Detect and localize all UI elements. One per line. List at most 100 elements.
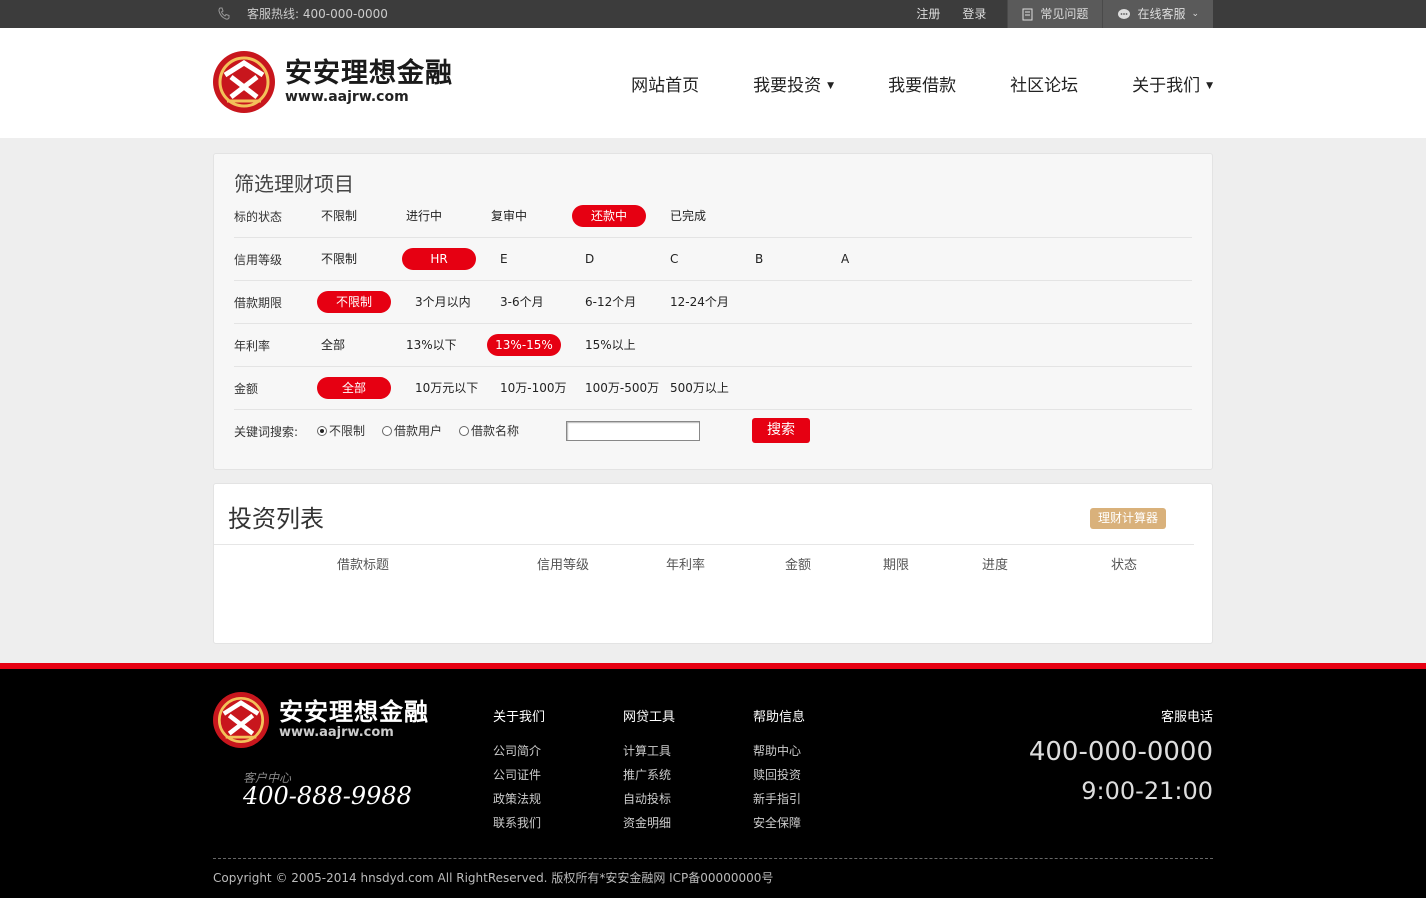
chat-icon <box>1118 8 1131 19</box>
site-logo[interactable]: 安安理想金融 www.aajrw.com <box>213 51 453 113</box>
radio-borrower[interactable]: 借款用户 <box>382 422 442 439</box>
footer-link[interactable]: 政策法规 <box>493 787 545 811</box>
service-center: 客户中心 400-888-9988 <box>243 769 412 810</box>
nav-about[interactable]: 关于我们 ▼ <box>1132 71 1213 96</box>
faq-link[interactable]: 常见问题 <box>1007 0 1103 28</box>
filter-title: 筛选理财项目 <box>234 172 354 196</box>
footer-link[interactable]: 安全保障 <box>753 811 805 835</box>
invest-list-title: 投资列表 <box>228 505 324 533</box>
filter-option[interactable]: 10万元以下 <box>415 377 478 399</box>
chevron-down-icon: ⌄ <box>1191 9 1199 19</box>
footer-link[interactable]: 自动投标 <box>623 787 675 811</box>
filter-option[interactable]: A <box>841 248 849 270</box>
filter-row-keyword: 关键词搜索: 不限制 借款用户 借款名称 搜索 <box>234 410 1192 453</box>
search-button[interactable]: 搜索 <box>752 418 810 443</box>
document-icon <box>1022 8 1033 20</box>
footer-col-tools: 网贷工具 计算工具 推广系统 自动投标 资金明细 <box>623 706 675 835</box>
filter-option[interactable]: 3个月以内 <box>415 291 471 313</box>
main-nav: 网站首页 我要投资 ▼ 我要借款 社区论坛 关于我们 ▼ <box>577 28 1213 138</box>
filter-option[interactable]: E <box>500 248 508 270</box>
filter-label: 金额 <box>234 382 259 396</box>
table-header: 借款标题 信用等级 年利率 金额 期限 进度 状态 <box>214 544 1194 576</box>
footer-col-title: 帮助信息 <box>753 710 806 725</box>
filter-option[interactable]: 500万以上 <box>670 377 729 399</box>
filter-option[interactable]: B <box>755 248 763 270</box>
filter-row-term: 借款期限 不限制 3个月以内 3-6个月 6-12个月 12-24个月 <box>234 281 1192 324</box>
filter-option[interactable]: 复审中 <box>491 205 527 227</box>
filter-option[interactable]: D <box>585 248 594 270</box>
contact-hours: 9:00-21:00 <box>1081 777 1213 805</box>
calculator-button[interactable]: 理财计算器 <box>1090 508 1167 529</box>
filter-option[interactable]: 进行中 <box>406 205 442 227</box>
footer-link[interactable]: 推广系统 <box>623 763 675 787</box>
logo-url: www.aajrw.com <box>285 89 409 105</box>
login-link[interactable]: 登录 <box>951 0 997 28</box>
filter-option[interactable]: 已完成 <box>670 205 706 227</box>
top-links: 注册 登录 常见问题 在线客服 ⌄ <box>905 0 1213 28</box>
filter-option-selected[interactable]: 13%-15% <box>487 334 561 356</box>
footer-logo[interactable]: 安安理想金融 www.aajrw.com <box>213 692 429 748</box>
keyword-input[interactable] <box>566 421 700 441</box>
filter-option[interactable]: 不限制 <box>321 205 357 227</box>
filter-row-credit: 信用等级 不限制 HR E D C B A <box>234 238 1192 281</box>
footer-link[interactable]: 联系我们 <box>493 811 545 835</box>
register-link[interactable]: 注册 <box>905 0 951 28</box>
radio-unlimited[interactable]: 不限制 <box>317 422 365 439</box>
column-header[interactable]: 年利率 <box>666 554 705 573</box>
caret-down-icon: ▼ <box>827 81 835 91</box>
filter-option[interactable]: 3-6个月 <box>500 291 544 313</box>
filter-option[interactable]: 15%以上 <box>585 334 636 356</box>
column-header[interactable]: 信用等级 <box>537 554 589 573</box>
footer-link[interactable]: 资金明细 <box>623 811 675 835</box>
online-service-link[interactable]: 在线客服 ⌄ <box>1102 0 1213 28</box>
filter-option[interactable]: 12-24个月 <box>670 291 729 313</box>
filter-option-selected[interactable]: 还款中 <box>572 205 646 227</box>
filter-label: 标的状态 <box>234 210 283 224</box>
phone-icon <box>218 7 230 20</box>
footer-col-about: 关于我们 公司简介 公司证件 政策法规 联系我们 <box>493 706 545 835</box>
footer-link[interactable]: 赎回投资 <box>753 763 805 787</box>
footer-col-help: 帮助信息 帮助中心 赎回投资 新手指引 安全保障 <box>753 706 805 835</box>
radio-dot <box>459 425 469 436</box>
copyright: Copyright © 2005-2014 hnsdyd.com All Rig… <box>213 871 774 885</box>
footer-contact: 客服电话 400-000-0000 9:00-21:00 <box>1029 706 1213 805</box>
filter-option[interactable]: 100万-500万 <box>585 377 659 399</box>
nav-borrow[interactable]: 我要借款 <box>888 71 956 96</box>
column-header[interactable]: 期限 <box>883 554 909 573</box>
footer-link[interactable]: 帮助中心 <box>753 739 805 763</box>
filter-label: 借款期限 <box>234 296 283 310</box>
filter-option[interactable]: 全部 <box>321 334 345 356</box>
filter-option[interactable]: C <box>670 248 678 270</box>
column-header[interactable]: 借款标题 <box>337 554 389 573</box>
filter-panel: 筛选理财项目 标的状态 不限制 进行中 复审中 还款中 已完成 信用等级 不限制… <box>213 153 1213 470</box>
footer-link[interactable]: 公司证件 <box>493 763 545 787</box>
invest-list-panel: 投资列表 理财计算器 借款标题 信用等级 年利率 金额 期限 进度 状态 <box>213 483 1213 644</box>
filter-option-selected[interactable]: HR <box>402 248 476 270</box>
footer-col-title: 关于我们 <box>493 710 546 725</box>
faq-label: 常见问题 <box>1040 7 1089 21</box>
filter-option[interactable]: 13%以下 <box>406 334 457 356</box>
contact-phone: 400-000-0000 <box>1028 737 1213 767</box>
nav-invest[interactable]: 我要投资 ▼ <box>753 71 834 96</box>
filter-option-selected[interactable]: 全部 <box>317 377 391 399</box>
nav-home[interactable]: 网站首页 <box>631 71 699 96</box>
nav-forum[interactable]: 社区论坛 <box>1010 71 1078 96</box>
column-header[interactable]: 金额 <box>785 554 811 573</box>
footer-logo-title: 安安理想金融 <box>279 698 429 726</box>
filter-option[interactable]: 10万-100万 <box>500 377 567 399</box>
filter-option[interactable]: 6-12个月 <box>585 291 636 313</box>
logo-title: 安安理想金融 <box>285 58 453 89</box>
caret-down-icon: ▼ <box>1206 81 1213 91</box>
column-header[interactable]: 状态 <box>1111 554 1137 573</box>
filter-row-rate: 年利率 全部 13%以下 13%-15% 15%以上 <box>234 324 1192 367</box>
logo-emblem-icon <box>213 51 275 113</box>
column-header[interactable]: 进度 <box>982 554 1008 573</box>
filter-option-selected[interactable]: 不限制 <box>317 291 391 313</box>
footer-link[interactable]: 公司简介 <box>493 739 545 763</box>
radio-dot <box>317 425 327 436</box>
filter-option[interactable]: 不限制 <box>321 248 357 270</box>
radio-loan-name[interactable]: 借款名称 <box>459 422 519 439</box>
footer-link[interactable]: 新手指引 <box>753 787 805 811</box>
hotline-text: 客服热线: 400-000-0000 <box>247 7 388 21</box>
footer-link[interactable]: 计算工具 <box>623 739 675 763</box>
